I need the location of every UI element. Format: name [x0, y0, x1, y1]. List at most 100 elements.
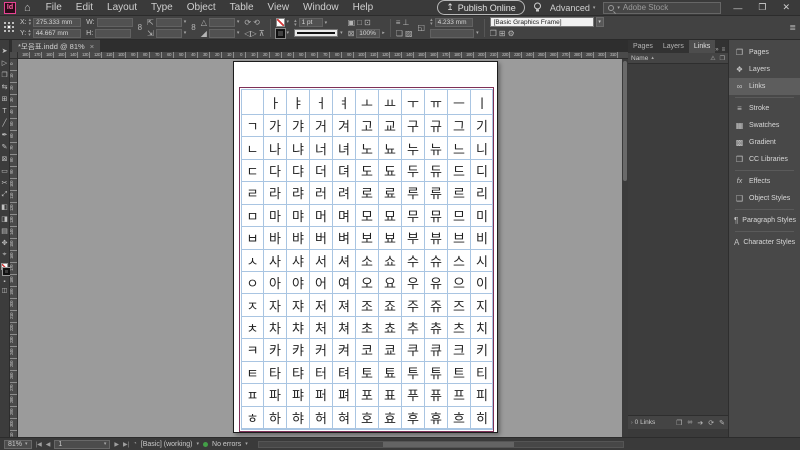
page-number-field[interactable]: 1▾ [54, 440, 110, 449]
syllable-cell[interactable]: 벼 [333, 227, 356, 249]
tab-close-icon[interactable]: × [90, 42, 94, 51]
syllable-cell[interactable]: 토 [356, 362, 379, 384]
error-status[interactable]: No errors [212, 441, 241, 448]
consonant-cell[interactable]: ㄷ [242, 160, 264, 182]
syllable-cell[interactable]: 뷰 [425, 227, 448, 249]
vowel-header-cell[interactable]: ㅕ [333, 90, 356, 115]
syllable-cell[interactable]: 구 [402, 115, 425, 137]
syllable-cell[interactable]: 펴 [333, 384, 356, 406]
menu-window[interactable]: Window [296, 0, 346, 16]
syllable-cell[interactable]: 머 [310, 205, 333, 227]
syllable-cell[interactable]: 툐 [379, 362, 402, 384]
publish-online-button[interactable]: ↥ Publish Online [437, 0, 525, 15]
pencil-tool[interactable]: ✎ [0, 141, 10, 153]
syllable-cell[interactable]: 츠 [448, 317, 471, 339]
close-button[interactable]: ✕ [778, 2, 794, 13]
adobe-stock-search[interactable]: ▾ Adobe Stock [603, 2, 721, 14]
syllable-cell[interactable]: 후 [402, 407, 425, 429]
syllable-cell[interactable]: 무 [402, 205, 425, 227]
syllable-cell[interactable]: 누 [402, 137, 425, 159]
toolbar-stroke-swatch[interactable] [3, 268, 10, 275]
syllable-cell[interactable]: 호 [356, 407, 379, 429]
direct-selection-tool[interactable]: ▷ [0, 57, 10, 69]
vowel-header-cell[interactable]: ㅛ [379, 90, 402, 115]
syllable-cell[interactable]: 시 [471, 250, 494, 272]
syllable-cell[interactable]: 큐 [425, 339, 448, 361]
dock-item-object-styles[interactable]: ❑Object Styles [729, 190, 800, 207]
x-position-field[interactable]: 275.333 mm [33, 18, 81, 27]
rectangle-frame-tool[interactable]: ⊠ [0, 153, 10, 165]
document-canvas[interactable]: ㅏㅑㅓㅕㅗㅛㅜㅠㅡㅣㄱ가갸거겨고교구규그기ㄴ나냐너녀노뇨누뉴느니ㄷ다댜더뎌도됴두… [18, 59, 622, 437]
syllable-cell[interactable]: 교 [379, 115, 402, 137]
syllable-cell[interactable]: 튜 [425, 362, 448, 384]
consonant-cell[interactable]: ㅁ [242, 205, 264, 227]
syllable-cell[interactable]: 코 [356, 339, 379, 361]
rectangle-tool[interactable]: ▭ [0, 165, 10, 177]
constrain-dimensions-icon[interactable]: 8 [138, 23, 142, 32]
menu-file[interactable]: File [39, 0, 69, 16]
syllable-cell[interactable]: 티 [471, 362, 494, 384]
syllable-cell[interactable]: 캬 [287, 339, 310, 361]
syllable-cell[interactable]: 프 [448, 384, 471, 406]
vertical-ruler[interactable]: 0102030405060708090100110120130140150160… [10, 59, 18, 437]
syllable-cell[interactable]: 터 [310, 362, 333, 384]
syllable-cell[interactable]: 며 [333, 205, 356, 227]
syllable-cell[interactable]: 버 [310, 227, 333, 249]
stroke-type-dropdown[interactable] [294, 29, 338, 37]
syllable-cell[interactable]: 탸 [287, 362, 310, 384]
consonant-cell[interactable]: ㅂ [242, 227, 264, 249]
syllable-cell[interactable]: 듀 [425, 160, 448, 182]
panel-menu-icon[interactable]: ≣ [789, 23, 796, 32]
syllable-cell[interactable]: 수 [402, 250, 425, 272]
syllable-cell[interactable]: 서 [310, 250, 333, 272]
syllable-cell[interactable]: 조 [356, 294, 379, 316]
home-icon[interactable]: ⌂ [24, 2, 31, 14]
syllable-cell[interactable]: 퓨 [425, 384, 448, 406]
lightbulb-icon[interactable] [533, 2, 542, 13]
feather-icon[interactable]: ▨ [405, 29, 413, 38]
syllable-cell[interactable]: 뵤 [379, 227, 402, 249]
horizontal-scrollbar-thumb[interactable] [383, 442, 514, 447]
syllable-cell[interactable]: 거 [310, 115, 333, 137]
syllable-cell[interactable]: 혀 [333, 407, 356, 429]
document-page[interactable]: ㅏㅑㅓㅕㅗㅛㅜㅠㅡㅣㄱ가갸거겨고교구규그기ㄴ나냐너녀노뇨누뉴느니ㄷ다댜더뎌도됴두… [233, 61, 498, 433]
table-corner-cell[interactable] [242, 90, 264, 115]
syllable-cell[interactable]: 디 [471, 160, 494, 182]
consonant-cell[interactable]: ㅎ [242, 407, 264, 429]
consonant-cell[interactable]: ㅅ [242, 250, 264, 272]
ruler-origin[interactable] [10, 52, 18, 59]
syllable-cell[interactable]: 흐 [448, 407, 471, 429]
syllable-cell[interactable]: 뮤 [425, 205, 448, 227]
syllable-cell[interactable]: 랴 [287, 182, 310, 204]
syllable-cell[interactable]: 부 [402, 227, 425, 249]
object-style-dropdown-arrow[interactable]: ▾ [596, 17, 604, 27]
syllable-cell[interactable]: 묘 [379, 205, 402, 227]
consonant-cell[interactable]: ㄴ [242, 137, 264, 159]
syllable-cell[interactable]: 죠 [379, 294, 402, 316]
stroke-swatch[interactable] [276, 29, 285, 38]
document-tab[interactable]: *모음표.indd @ 81% × [12, 40, 100, 52]
syllable-cell[interactable]: 챠 [287, 317, 310, 339]
syllable-cell[interactable]: 히 [471, 407, 494, 429]
vowel-header-cell[interactable]: ㅏ [264, 90, 287, 115]
vowel-header-cell[interactable]: ㅑ [287, 90, 310, 115]
panel-tab-layers[interactable]: Layers [658, 40, 689, 53]
syllable-cell[interactable]: 효 [379, 407, 402, 429]
syllable-cell[interactable]: 햐 [287, 407, 310, 429]
syllable-cell[interactable]: 푸 [402, 384, 425, 406]
type-tool[interactable]: T [0, 105, 10, 117]
syllable-cell[interactable]: 으 [448, 272, 471, 294]
update-link-icon[interactable]: ⟳ [708, 419, 714, 427]
select-content-icon[interactable]: □ [357, 18, 362, 27]
syllable-cell[interactable]: 갸 [287, 115, 310, 137]
dock-item-pages[interactable]: ❐Pages [729, 44, 800, 61]
syllable-cell[interactable]: 먀 [287, 205, 310, 227]
syllable-cell[interactable]: 규 [425, 115, 448, 137]
flip-horizontal-icon[interactable]: ◁▷ [244, 29, 256, 38]
syllable-cell[interactable]: 료 [379, 182, 402, 204]
select-container-icon[interactable]: ▣ [348, 18, 356, 27]
syllable-cell[interactable]: 파 [264, 384, 287, 406]
consonant-cell[interactable]: ㄹ [242, 182, 264, 204]
syllable-cell[interactable]: 다 [264, 160, 287, 182]
vertical-scrollbar-thumb[interactable] [623, 61, 627, 181]
